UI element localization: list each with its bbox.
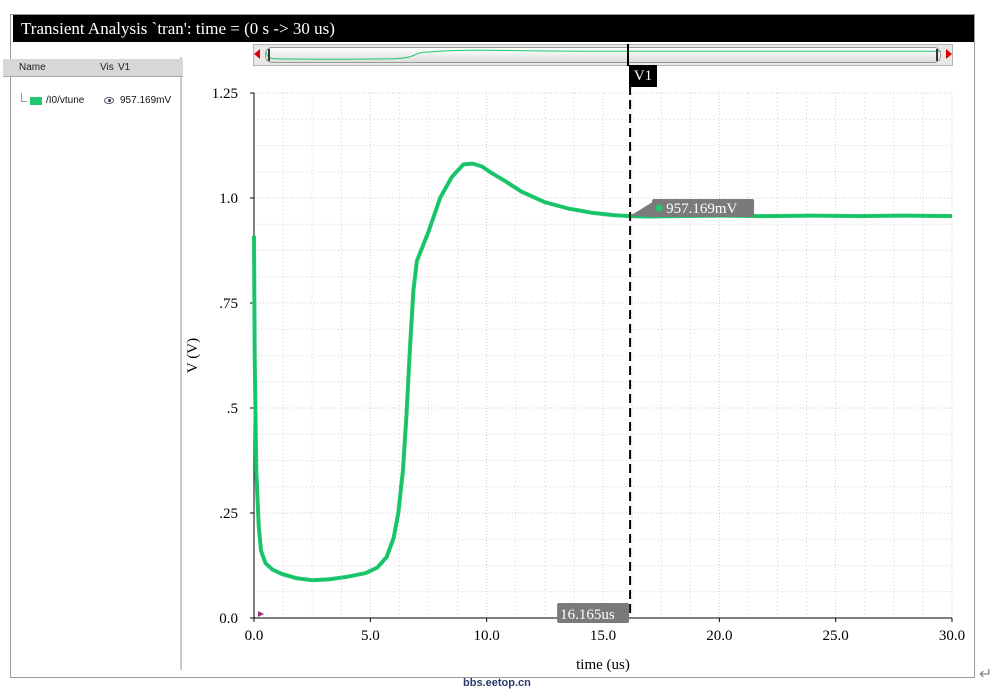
window-title: Transient Analysis `tran': time = (0 s -… [13, 15, 974, 42]
signal-color-swatch [30, 97, 42, 105]
column-name[interactable]: Name [19, 60, 46, 75]
signal-panel-header: Name Vis V1 [3, 59, 183, 77]
signal-panel [14, 57, 182, 670]
column-vis[interactable]: Vis [100, 60, 114, 75]
overview-scrollbar[interactable] [253, 44, 953, 66]
overview-cursor-marker [627, 44, 629, 66]
overview-trace [266, 49, 940, 60]
signal-name: /I0/vtune [46, 95, 85, 106]
tree-branch-icon [21, 93, 27, 102]
right-grip-handle[interactable] [936, 49, 938, 61]
scroll-right-arrow-icon[interactable] [946, 49, 952, 59]
return-arrow-icon: ↵ [979, 666, 993, 683]
signal-row[interactable]: /I0/vtune 957.169mV [18, 93, 183, 109]
eye-icon[interactable] [104, 97, 114, 104]
signal-cursor-value: 957.169mV [120, 95, 172, 106]
cursor-label[interactable]: V1 [629, 65, 657, 87]
column-v1[interactable]: V1 [118, 60, 130, 75]
scrollbar-thumb[interactable] [265, 47, 941, 63]
left-grip-handle[interactable] [268, 49, 270, 61]
scroll-left-arrow-icon[interactable] [254, 49, 260, 59]
watermark: bbs.eetop.cn [463, 677, 531, 689]
